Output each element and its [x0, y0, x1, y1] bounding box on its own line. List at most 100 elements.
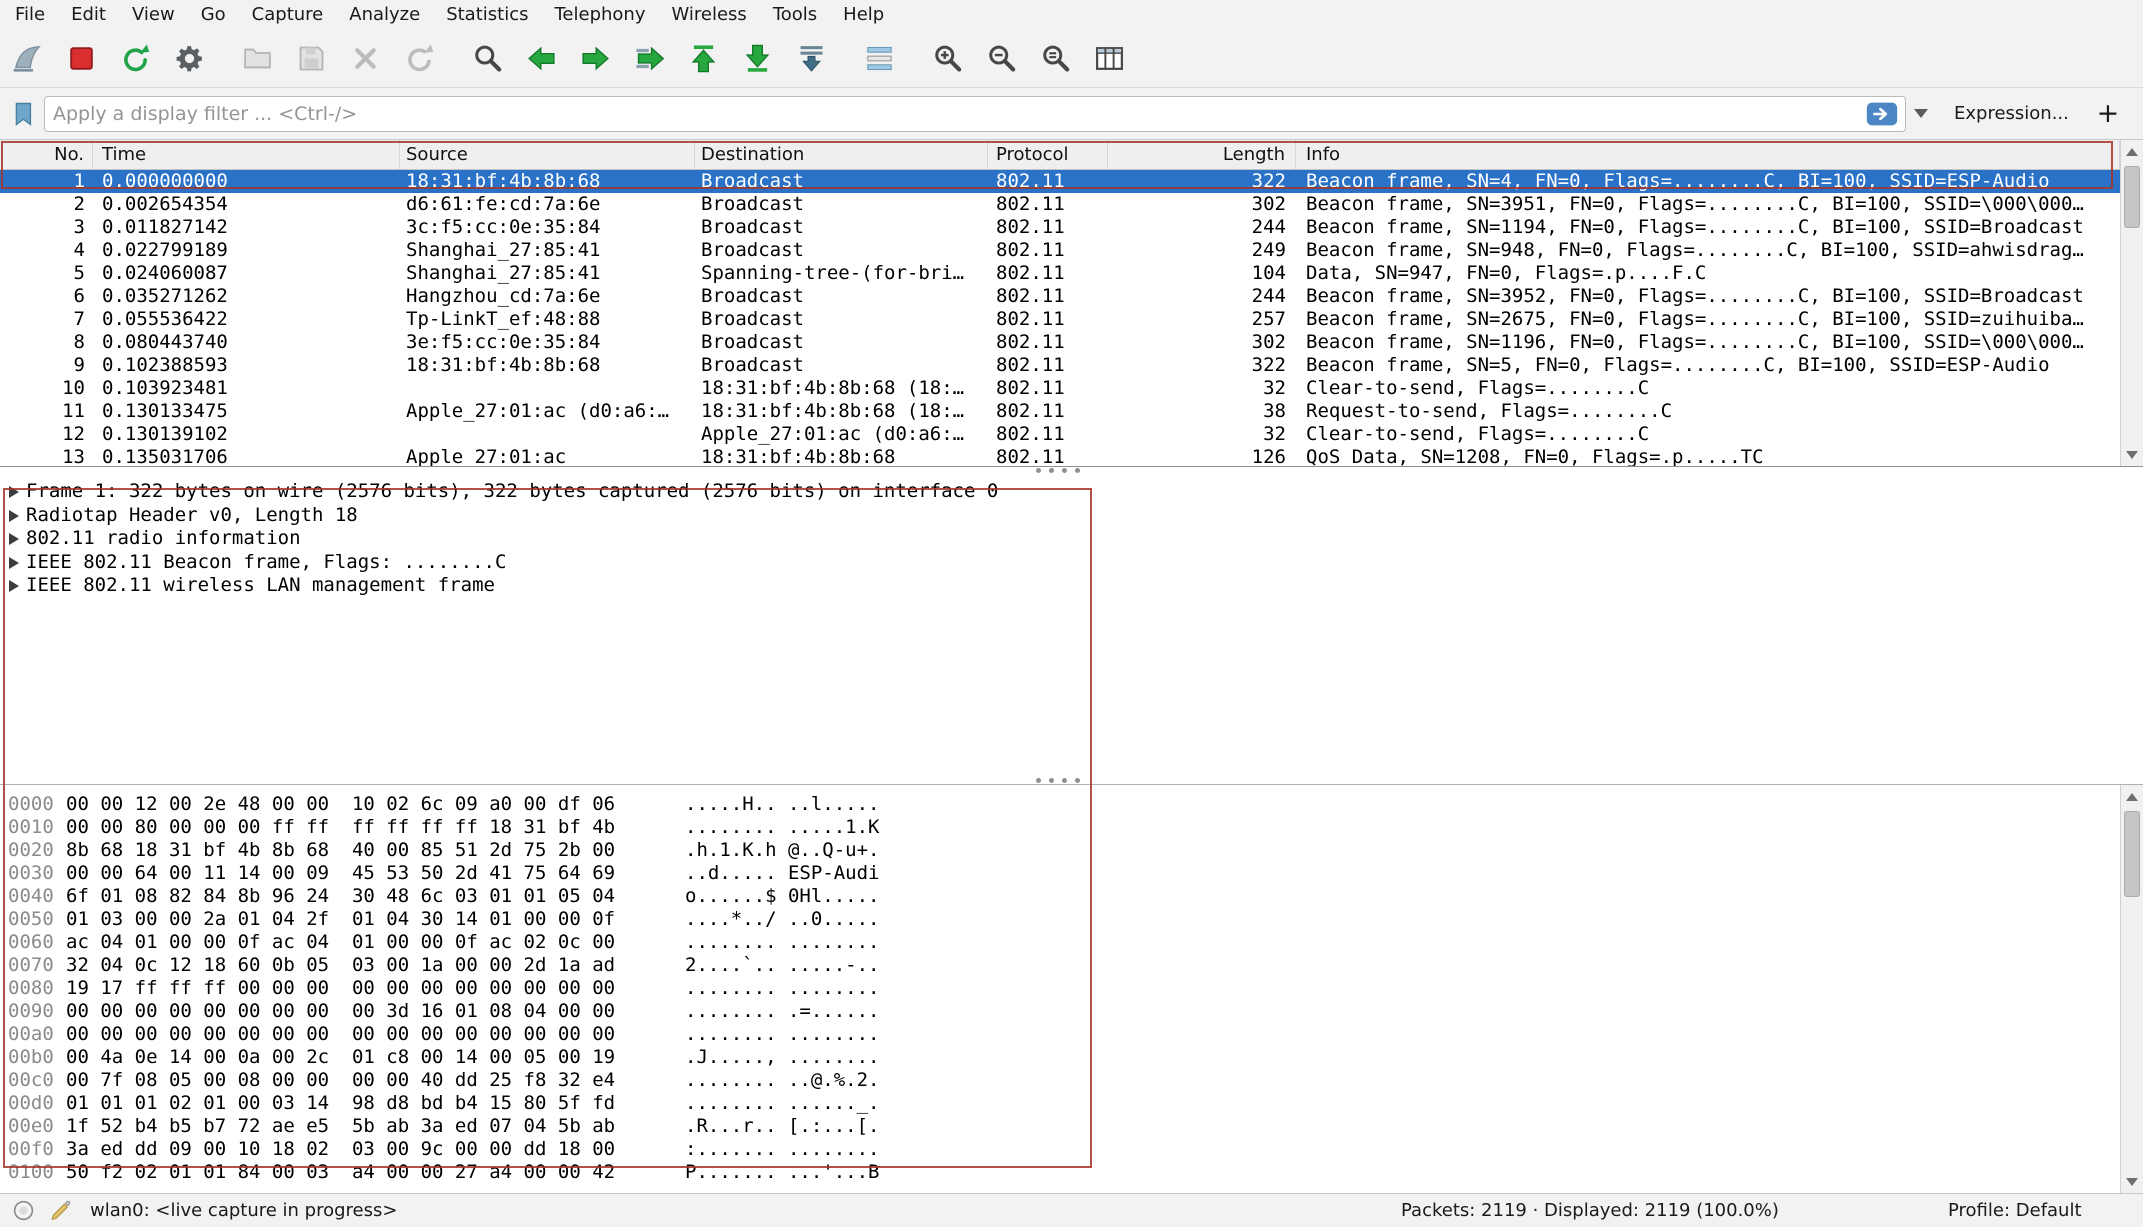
- scroll-down-arrow[interactable]: [2121, 443, 2143, 466]
- capture-status-button[interactable]: [10, 1197, 37, 1224]
- expression-button[interactable]: Expression...: [1950, 103, 2073, 124]
- packet-row-8[interactable]: 80.0804437403e:f5:cc:0e:35:84Broadcast80…: [0, 331, 2120, 354]
- menu-go[interactable]: Go: [188, 0, 239, 30]
- hex-row-0030[interactable]: 003000 00 64 00 11 14 00 09 45 53 50 2d …: [0, 862, 2143, 885]
- menu-file[interactable]: File: [2, 0, 58, 30]
- go-last-packet-button[interactable]: [738, 39, 776, 79]
- resize-columns-button[interactable]: [1090, 39, 1128, 79]
- packet-row-10[interactable]: 100.10392348118:31:bf:4b:8b:68 (18:…802.…: [0, 377, 2120, 400]
- packet-row-11[interactable]: 110.130133475Apple_27:01:ac (d0:a6:…18:3…: [0, 400, 2120, 423]
- find-packet-button[interactable]: [468, 39, 506, 79]
- column-header-length[interactable]: Length: [1108, 140, 1296, 169]
- packet-row-2[interactable]: 20.002654354d6:61:fe:cd:7a:6eBroadcast80…: [0, 193, 2120, 216]
- menu-edit[interactable]: Edit: [58, 0, 119, 30]
- column-header-protocol[interactable]: Protocol: [988, 140, 1108, 169]
- pane-splitter-handle[interactable]: [1036, 468, 1086, 474]
- scroll-up-arrow[interactable]: [2121, 785, 2143, 808]
- zoom-in-button[interactable]: [928, 39, 966, 79]
- column-header-time[interactable]: Time: [93, 140, 400, 169]
- hex-row-0100[interactable]: 010050 f2 02 01 01 84 00 03 a4 00 00 27 …: [0, 1161, 2143, 1184]
- column-header-source[interactable]: Source: [400, 140, 695, 169]
- menu-view[interactable]: View: [119, 0, 188, 30]
- hex-dump-scrollbar[interactable]: [2120, 785, 2143, 1193]
- restart-capture-button[interactable]: [116, 39, 154, 79]
- packet-list-scrollbar-thumb[interactable]: [2124, 166, 2140, 228]
- hex-row-0070[interactable]: 007032 04 0c 12 18 60 0b 05 03 00 1a 00 …: [0, 954, 2143, 977]
- packet-row-12[interactable]: 120.130139102Apple_27:01:ac (d0:a6:…802.…: [0, 423, 2120, 446]
- expander-triangle-icon[interactable]: [9, 533, 19, 545]
- triangle-up-icon: [2126, 148, 2138, 156]
- save-capture-file-button[interactable]: [292, 39, 330, 79]
- menu-telephony[interactable]: Telephony: [541, 0, 658, 30]
- hex-row-00e0[interactable]: 00e01f 52 b4 b5 b7 72 ae e5 5b ab 3a ed …: [0, 1115, 2143, 1138]
- zoom-out-button[interactable]: [982, 39, 1020, 79]
- hex-row-0020[interactable]: 00208b 68 18 31 bf 4b 8b 68 40 00 85 51 …: [0, 839, 2143, 862]
- hex-row-00a0[interactable]: 00a000 00 00 00 00 00 00 00 00 00 00 00 …: [0, 1023, 2143, 1046]
- hex-row-0090[interactable]: 009000 00 00 00 00 00 00 00 00 3d 16 01 …: [0, 1000, 2143, 1023]
- cell-proto: 802.11: [988, 170, 1108, 193]
- expander-triangle-icon[interactable]: [9, 580, 19, 592]
- go-to-packet-button[interactable]: [630, 39, 668, 79]
- start-capture-button[interactable]: [8, 39, 46, 79]
- menu-statistics[interactable]: Statistics: [433, 0, 541, 30]
- menu-wireless[interactable]: Wireless: [658, 0, 759, 30]
- packet-row-7[interactable]: 70.055536422Tp-LinkT_ef:48:88Broadcast80…: [0, 308, 2120, 331]
- add-filter-button[interactable]: +: [2091, 97, 2125, 131]
- capture-options-button[interactable]: [170, 39, 208, 79]
- hex-row-00f0[interactable]: 00f03a ed dd 09 00 10 18 02 03 00 9c 00 …: [0, 1138, 2143, 1161]
- zoom-reset-button[interactable]: [1036, 39, 1074, 79]
- menu-help[interactable]: Help: [830, 0, 897, 30]
- filter-bookmark-button[interactable]: [8, 96, 40, 132]
- hex-row-00b0[interactable]: 00b000 4a 0e 14 00 0a 00 2c 01 c8 00 14 …: [0, 1046, 2143, 1069]
- go-first-packet-button[interactable]: [684, 39, 722, 79]
- capture-comment-button[interactable]: [47, 1197, 74, 1224]
- menu-capture[interactable]: Capture: [239, 0, 337, 30]
- auto-scroll-button[interactable]: [792, 39, 830, 79]
- apply-filter-button[interactable]: [1863, 101, 1901, 127]
- column-header-destination[interactable]: Destination: [695, 140, 988, 169]
- scroll-up-arrow[interactable]: [2121, 140, 2143, 163]
- detail-line-radio-information[interactable]: 802.11 radio information: [0, 527, 2143, 551]
- expander-triangle-icon[interactable]: [9, 510, 19, 522]
- filter-history-dropdown[interactable]: [1908, 96, 1934, 132]
- expander-triangle-icon[interactable]: [9, 557, 19, 569]
- detail-line-beacon-frame[interactable]: IEEE 802.11 Beacon frame, Flags: .......…: [0, 551, 2143, 575]
- column-header-no[interactable]: No.: [0, 140, 93, 169]
- scroll-down-arrow[interactable]: [2121, 1170, 2143, 1193]
- menu-tools[interactable]: Tools: [760, 0, 830, 30]
- packet-row-6[interactable]: 60.035271262Hangzhou_cd:7a:6eBroadcast80…: [0, 285, 2120, 308]
- hex-row-00d0[interactable]: 00d001 01 01 02 01 00 03 14 98 d8 bd b4 …: [0, 1092, 2143, 1115]
- go-forward-button[interactable]: [576, 39, 614, 79]
- detail-line-frame[interactable]: Frame 1: 322 bytes on wire (2576 bits), …: [0, 480, 2143, 504]
- detail-line-radiotap[interactable]: Radiotap Header v0, Length 18: [0, 504, 2143, 528]
- detail-line-wlan-management[interactable]: IEEE 802.11 wireless LAN management fram…: [0, 574, 2143, 598]
- packet-list-scrollbar[interactable]: [2120, 140, 2143, 466]
- hex-row-0000[interactable]: 000000 00 12 00 2e 48 00 00 10 02 6c 09 …: [0, 793, 2143, 816]
- hex-row-0010[interactable]: 001000 00 80 00 00 00 ff ff ff ff ff ff …: [0, 816, 2143, 839]
- packet-row-13[interactable]: 130.135031706Apple_27:01:ac18:31:bf:4b:8…: [0, 446, 2120, 466]
- expander-triangle-icon[interactable]: [9, 486, 19, 498]
- hex-row-00c0[interactable]: 00c000 7f 08 05 00 08 00 00 00 00 40 dd …: [0, 1069, 2143, 1092]
- hex-row-0040[interactable]: 00406f 01 08 82 84 8b 96 24 30 48 6c 03 …: [0, 885, 2143, 908]
- hex-row-0080[interactable]: 008019 17 ff ff ff 00 00 00 00 00 00 00 …: [0, 977, 2143, 1000]
- colorize-packets-button[interactable]: [860, 39, 898, 79]
- column-header-info[interactable]: Info: [1296, 140, 2120, 169]
- open-capture-file-button[interactable]: [238, 39, 276, 79]
- close-capture-file-button[interactable]: [346, 39, 384, 79]
- hex-row-0060[interactable]: 0060ac 04 01 00 00 0f ac 04 01 00 00 0f …: [0, 931, 2143, 954]
- packet-row-4[interactable]: 40.022799189Shanghai_27:85:41Broadcast80…: [0, 239, 2120, 262]
- hex-ascii: ........ ........: [685, 977, 879, 1000]
- pane-splitter-handle[interactable]: [1036, 778, 1086, 784]
- reload-file-button[interactable]: [400, 39, 438, 79]
- hex-row-0050[interactable]: 005001 03 00 00 2a 01 04 2f 01 04 30 14 …: [0, 908, 2143, 931]
- packet-row-1[interactable]: 10.00000000018:31:bf:4b:8b:68Broadcast80…: [0, 170, 2120, 193]
- hex-scrollbar-thumb[interactable]: [2124, 811, 2140, 897]
- packet-row-9[interactable]: 90.10238859318:31:bf:4b:8b:68Broadcast80…: [0, 354, 2120, 377]
- packet-row-5[interactable]: 50.024060087Shanghai_27:85:41Spanning-tr…: [0, 262, 2120, 285]
- display-filter-input[interactable]: Apply a display filter ... <Ctrl-/>: [44, 96, 1906, 132]
- menu-analyze[interactable]: Analyze: [336, 0, 433, 30]
- profile-button[interactable]: Profile: Default: [1948, 1200, 2082, 1221]
- go-back-button[interactable]: [522, 39, 560, 79]
- stop-capture-button[interactable]: [62, 39, 100, 79]
- packet-row-3[interactable]: 30.0118271423c:f5:cc:0e:35:84Broadcast80…: [0, 216, 2120, 239]
